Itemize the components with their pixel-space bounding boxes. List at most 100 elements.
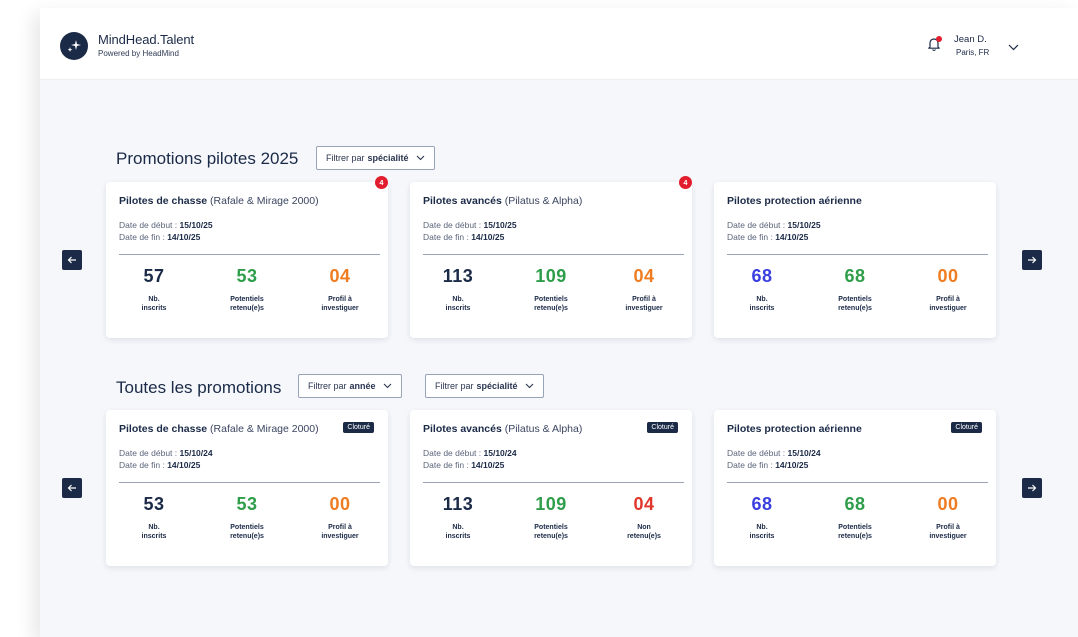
notification-bell-icon[interactable] xyxy=(926,36,942,52)
promotion-card[interactable]: Pilotes protection aérienne Cloturé Date d… xyxy=(714,410,996,566)
stat-block: 53 Potentiels retenu(e)s xyxy=(206,494,288,541)
card-title-bold: Pilotes de chasse xyxy=(119,195,208,207)
promotion-card[interactable]: Pilotes de chasse (Rafale & Mirage 2000)… xyxy=(106,410,388,566)
stat-label-line2: investiguer xyxy=(929,533,967,540)
stat-label-line1: Potentiels xyxy=(838,296,872,303)
start-date-label: Date de début : xyxy=(727,448,788,458)
stat-block: 04 Profil à investiguer xyxy=(603,266,685,313)
card-title-bold: Pilotes de chasse xyxy=(119,423,208,435)
end-date-value: 14/10/25 xyxy=(471,232,505,242)
start-date-value: 15/10/24 xyxy=(483,448,517,458)
filter-prefix: Filtrer par xyxy=(435,381,474,391)
end-date-label: Date de fin : xyxy=(423,232,472,242)
pilots-prev-arrow-icon[interactable] xyxy=(62,250,82,270)
stat-label-line2: investiguer xyxy=(321,305,359,312)
stat-block: 00 Profil à investiguer xyxy=(907,494,989,541)
stat-label-line2: investiguer xyxy=(929,305,967,312)
closed-status-badge: Cloturé xyxy=(647,422,678,433)
filter-specialty-button[interactable]: Filtrer par spécialité xyxy=(316,146,435,170)
closed-status-badge: Cloturé xyxy=(343,422,374,433)
stat-label-line2: inscrits xyxy=(141,305,167,312)
all-section-title: Toutes les promotions xyxy=(116,378,282,397)
start-date-line: Date de début : 15/10/25 xyxy=(119,220,213,230)
card-title: Pilotes protection aérienne xyxy=(727,195,862,207)
stat-block: 04 Non retenu(e)s xyxy=(603,494,685,541)
stat-label-line2: retenu(e)s xyxy=(627,533,661,540)
stat-label: Profil à investiguer xyxy=(603,295,685,313)
stat-label-line2: inscrits xyxy=(749,305,775,312)
card-title: Pilotes avancés (Pilatus & Alpha) xyxy=(423,423,582,435)
brand-name: MindHead.Talent xyxy=(98,32,195,47)
end-date-line: Date de fin : 14/10/25 xyxy=(727,460,808,470)
stat-label-line1: Potentiels xyxy=(230,524,264,531)
stat-label-line1: Nb. xyxy=(756,296,768,303)
start-date-line: Date de début : 15/10/24 xyxy=(119,448,213,458)
end-date-line: Date de fin : 14/10/25 xyxy=(727,232,808,242)
brand-logo-icon[interactable] xyxy=(60,32,88,60)
promotion-card[interactable]: Pilotes avancés (Pilatus & Alpha) 4 Date d… xyxy=(410,176,692,338)
stat-block: 68 Potentiels retenu(e)s xyxy=(814,494,896,541)
stat-block: 04 Profil à investiguer xyxy=(299,266,381,313)
user-menu-chevron-down-icon[interactable] xyxy=(1008,38,1019,56)
end-date-label: Date de fin : xyxy=(727,232,776,242)
stat-block: 00 Profil à investiguer xyxy=(907,266,989,313)
start-date-value: 15/10/25 xyxy=(179,220,213,230)
stat-value: 113 xyxy=(442,494,474,514)
start-date-label: Date de début : xyxy=(727,220,788,230)
stat-label-line2: inscrits xyxy=(749,533,775,540)
pilots-next-arrow-icon[interactable] xyxy=(1022,250,1042,270)
stat-label: Profil à investiguer xyxy=(907,523,989,541)
stat-label-line1: Profil à xyxy=(936,524,960,531)
end-date-value: 14/10/25 xyxy=(167,460,201,470)
card-title-rest: (Rafale & Mirage 2000) xyxy=(207,423,319,435)
stat-label: Potentiels retenu(e)s xyxy=(510,295,592,313)
promotion-card[interactable]: Pilotes avancés (Pilatus & Alpha) Cloturé… xyxy=(410,410,692,566)
filter-year-button[interactable]: Filtrer par année xyxy=(298,374,402,398)
stat-value: 53 xyxy=(236,266,258,286)
stat-label-line1: Profil à xyxy=(632,296,656,303)
end-date-label: Date de fin : xyxy=(119,460,168,470)
promotion-card[interactable]: Pilotes protection aérienne Date de début… xyxy=(714,182,996,338)
stat-block: 113 Nb. inscrits xyxy=(417,266,499,313)
stat-label: Potentiels retenu(e)s xyxy=(814,523,896,541)
stat-label-line1: Profil à xyxy=(328,524,352,531)
end-date-line: Date de fin : 14/10/25 xyxy=(119,460,200,470)
filter-prefix: Filtrer par xyxy=(308,381,347,391)
stat-block: 57 Nb. inscrits xyxy=(113,266,195,313)
chevron-down-icon xyxy=(416,153,425,163)
stat-label-line2: inscrits xyxy=(141,533,167,540)
card-title-bold: Pilotes protection aérienne xyxy=(727,423,862,435)
stat-label: Nb. inscrits xyxy=(113,523,195,541)
all-next-arrow-icon[interactable] xyxy=(1022,478,1042,498)
start-date-label: Date de début : xyxy=(423,448,484,458)
stat-block: 00 Profil à investiguer xyxy=(299,494,381,541)
stat-label-line1: Profil à xyxy=(936,296,960,303)
promotion-card[interactable]: Pilotes de chasse (Rafale & Mirage 2000)… xyxy=(106,176,388,338)
stat-label: Profil à investiguer xyxy=(907,295,989,313)
brand-subtitle: Powered by HeadMind xyxy=(98,49,179,58)
stat-block: 53 Potentiels retenu(e)s xyxy=(206,266,288,313)
filter-specialty-button[interactable]: Filtrer par spécialité xyxy=(425,374,544,398)
stat-label: Nb. inscrits xyxy=(721,523,803,541)
top-bar: MindHead.Talent Powered by HeadMind Jean… xyxy=(40,8,1078,80)
stat-value: 04 xyxy=(329,266,351,286)
stat-label: Nb. inscrits xyxy=(417,295,499,313)
stat-label-line1: Potentiels xyxy=(534,296,568,303)
stat-label-line2: retenu(e)s xyxy=(534,305,568,312)
user-name[interactable]: Jean D. xyxy=(954,34,987,45)
stat-label: Nb. inscrits xyxy=(721,295,803,313)
stat-label-line1: Non xyxy=(637,524,651,531)
all-prev-arrow-icon[interactable] xyxy=(62,478,82,498)
stat-label: Potentiels retenu(e)s xyxy=(510,523,592,541)
card-title-rest: (Rafale & Mirage 2000) xyxy=(207,195,319,207)
stat-value: 113 xyxy=(442,266,474,286)
card-title: Pilotes protection aérienne xyxy=(727,423,862,435)
stat-value: 57 xyxy=(143,266,165,286)
end-date-value: 14/10/25 xyxy=(167,232,201,242)
start-date-label: Date de début : xyxy=(119,220,180,230)
user-location: Paris, FR xyxy=(956,48,990,57)
card-divider xyxy=(423,482,684,483)
stat-label-line2: investiguer xyxy=(625,305,663,312)
start-date-value: 15/10/24 xyxy=(179,448,213,458)
stat-value: 109 xyxy=(535,494,567,514)
